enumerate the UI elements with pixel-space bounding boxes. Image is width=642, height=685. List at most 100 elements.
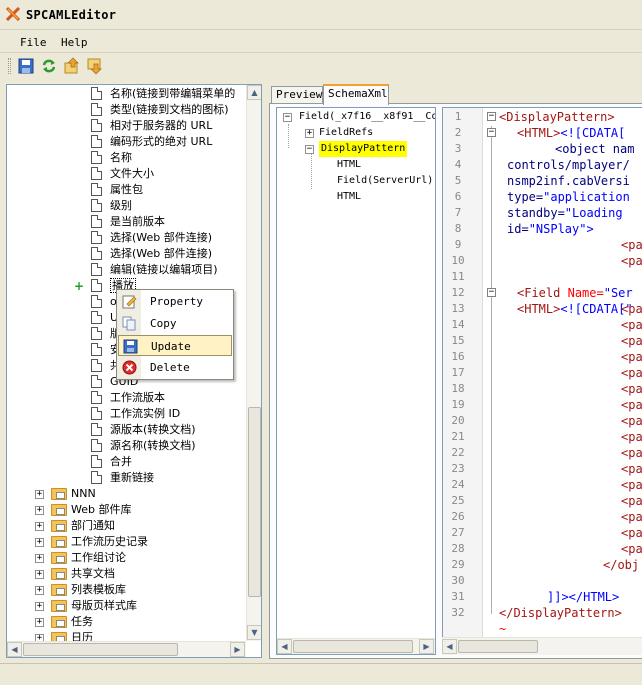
line-number: 9 [454, 238, 462, 251]
expand-icon[interactable]: + [305, 129, 314, 138]
scroll-thumb[interactable] [458, 640, 538, 653]
code-line-31: ]]></HTML> [547, 590, 620, 604]
scroll-left-arrow-icon[interactable]: ◀ [277, 639, 292, 654]
scroll-left-arrow-icon[interactable]: ◀ [7, 642, 22, 657]
code-horizontal-scrollbar[interactable]: ◀ [442, 637, 642, 655]
line-number: 24 [451, 478, 465, 491]
code-line-4: controls/mplayer/ [507, 158, 630, 172]
code-line-29: </obj [603, 558, 640, 572]
line-number: 8 [454, 222, 462, 235]
folder-icon [51, 616, 67, 628]
context-menu: Property Copy Update Delete [116, 289, 234, 380]
code-line-param: <pa [621, 398, 642, 412]
code-line-param: <pa [621, 254, 642, 268]
line-number: 20 [451, 414, 465, 427]
collapse-icon[interactable]: − [305, 145, 314, 154]
tab-schema-xml[interactable]: SchemaXml [323, 84, 389, 105]
scroll-right-arrow-icon[interactable]: ▶ [230, 642, 245, 657]
refresh-icon[interactable] [40, 57, 58, 75]
document-icon [91, 295, 102, 308]
code-line-5: nsmp2inf.cabVersi [507, 174, 630, 188]
expand-icon[interactable]: + [35, 538, 44, 547]
expand-icon[interactable]: + [35, 522, 44, 531]
document-icon [91, 103, 102, 116]
document-icon [91, 87, 102, 100]
line-number: 15 [451, 334, 465, 347]
xml-code-editor[interactable]: 1 2 3 4 5 6 7 8 9 10 11 12 13 14 15 16 17 18 19 20 21 22 23 24 2… [442, 107, 642, 637]
document-icon [91, 327, 102, 340]
left-vertical-scrollbar[interactable]: ▲ ▼ [246, 85, 261, 641]
document-icon [91, 135, 102, 148]
tab-preview[interactable]: Preview [271, 86, 323, 104]
menu-file[interactable]: File [20, 36, 47, 49]
schema-tree-horizontal-scrollbar[interactable]: ◀ ▶ [277, 638, 435, 654]
code-line-param: <pa [621, 238, 642, 252]
document-icon [91, 167, 102, 180]
scroll-thumb[interactable] [23, 643, 178, 656]
schema-tree-panel[interactable]: − Field(_x7f16__x8f91__Co + FieldRefs − … [276, 107, 436, 655]
folder-icon [51, 568, 67, 580]
document-icon [91, 471, 102, 484]
context-menu-delete[interactable]: Delete [118, 357, 232, 378]
scroll-down-arrow-icon[interactable]: ▼ [247, 625, 261, 640]
line-number: 27 [451, 526, 465, 539]
line-number: 4 [454, 158, 462, 171]
code-line-param: <pa [621, 430, 642, 444]
code-line-param: <pa [621, 334, 642, 348]
fold-collapse-icon[interactable]: − [487, 128, 496, 137]
fold-collapse-icon[interactable]: − [487, 288, 496, 297]
expand-icon[interactable]: + [35, 554, 44, 563]
folder-icon [51, 520, 67, 532]
document-icon [91, 199, 102, 212]
schema-tree-html[interactable]: HTML [337, 157, 361, 173]
code-line-param: <pa [621, 446, 642, 460]
document-icon [91, 455, 102, 468]
code-line-param: <pa [621, 318, 642, 332]
menu-help[interactable]: Help [61, 36, 88, 49]
code-line-param: <pa [621, 350, 642, 364]
title-bar: SPCAMLEditor [0, 0, 642, 30]
expand-icon[interactable]: + [35, 506, 44, 515]
line-number: 11 [451, 270, 465, 283]
left-horizontal-scrollbar[interactable]: ◀ ▶ [7, 641, 246, 657]
expand-icon[interactable]: + [35, 618, 44, 627]
document-icon [91, 375, 102, 388]
app-logo-icon [6, 7, 20, 21]
line-number: 13 [451, 302, 465, 315]
line-number: 19 [451, 398, 465, 411]
scroll-left-arrow-icon[interactable]: ◀ [442, 639, 457, 654]
schema-tree-html[interactable]: HTML [337, 189, 361, 205]
context-menu-property[interactable]: Property [118, 291, 232, 312]
status-bar [0, 663, 642, 685]
document-icon [91, 151, 102, 164]
scroll-right-arrow-icon[interactable]: ▶ [419, 639, 434, 654]
window-title: SPCAMLEditor [26, 8, 117, 22]
toolbar-grip[interactable] [8, 58, 11, 74]
fold-collapse-icon[interactable]: − [487, 112, 496, 121]
context-menu-update[interactable]: Update [118, 335, 232, 356]
document-icon [91, 247, 102, 260]
save-icon[interactable] [17, 57, 35, 75]
expand-icon[interactable]: + [35, 586, 44, 595]
expand-icon[interactable]: + [35, 570, 44, 579]
expand-icon[interactable]: + [35, 490, 44, 499]
code-line-7: standby="Loading [507, 206, 623, 220]
code-line-param: <pa [621, 478, 642, 492]
upload-icon[interactable] [63, 57, 81, 75]
expand-icon[interactable]: + [35, 602, 44, 611]
schema-tree-field-serverurl[interactable]: Field(ServerUrl) [337, 173, 433, 189]
folder-icon [51, 488, 67, 500]
context-menu-copy[interactable]: Copy [118, 313, 232, 334]
scroll-up-arrow-icon[interactable]: ▲ [247, 85, 261, 100]
folder-icon [51, 600, 67, 612]
code-line-param: <pa [621, 494, 642, 508]
code-line-param: <pa [621, 510, 642, 524]
code-line-32: </DisplayPattern> [499, 606, 622, 620]
scroll-thumb[interactable] [248, 407, 261, 597]
document-icon [91, 391, 102, 404]
scroll-thumb[interactable] [293, 640, 413, 653]
collapse-icon[interactable]: − [283, 113, 292, 122]
folder-icon [51, 536, 67, 548]
download-icon[interactable] [86, 57, 104, 75]
document-icon [91, 215, 102, 228]
